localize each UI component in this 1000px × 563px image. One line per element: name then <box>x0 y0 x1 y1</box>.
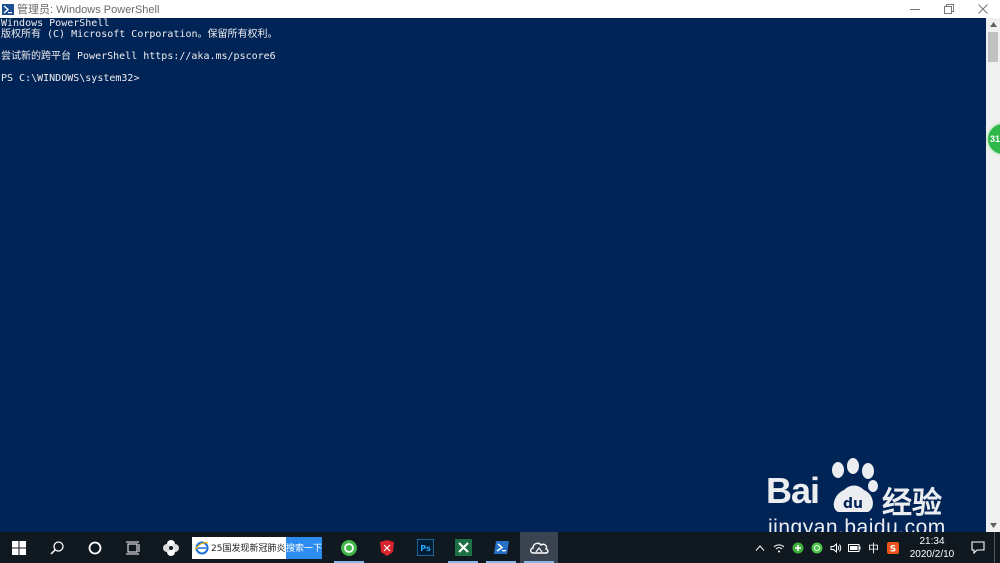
powershell-icon <box>2 3 14 15</box>
taskbar-app-red[interactable] <box>368 532 406 563</box>
scrollbar-thumb[interactable] <box>988 32 998 62</box>
ie-browser-icon <box>195 541 209 554</box>
clock-time: 21:34 <box>919 535 945 547</box>
taskbar-clock[interactable]: 21:34 2020/2/10 <box>902 532 962 563</box>
console-line: Windows PowerShell <box>1 18 110 29</box>
wifi-icon <box>773 543 784 552</box>
watermark-brand: Bai <box>766 470 820 511</box>
taskbar-news-search[interactable]: 25国发现新冠肺炎 <box>192 536 286 559</box>
news-search-button[interactable]: 搜索一下 <box>286 536 322 559</box>
chevron-up-icon <box>755 544 764 551</box>
sogou-ime-tray-button[interactable]: S <box>883 532 902 563</box>
restore-icon <box>944 4 954 14</box>
chevron-up-icon <box>989 22 997 27</box>
cortana-circle-icon <box>88 541 102 554</box>
task-view-button[interactable] <box>114 532 152 563</box>
minimize-icon <box>910 9 920 10</box>
search-button[interactable] <box>38 532 76 563</box>
taskbar-app-green[interactable] <box>330 532 368 563</box>
pinwheel-app-button[interactable] <box>152 532 190 563</box>
scroll-up-button[interactable] <box>986 18 1000 31</box>
photoshop-icon: Ps <box>416 539 434 556</box>
pinwheel-app-icon <box>163 539 179 556</box>
notification-icon <box>971 541 985 554</box>
green-refresh-app-icon <box>341 539 357 556</box>
cortana-button[interactable] <box>76 532 114 563</box>
side-badge-text: 31 <box>990 134 1000 144</box>
task-view-icon <box>126 541 140 554</box>
taskbar-app-powershell[interactable] <box>482 532 520 563</box>
svg-text:S: S <box>889 544 895 554</box>
volume-tray-button[interactable] <box>826 532 845 563</box>
green-plus-icon <box>792 542 803 553</box>
taskbar-app-excel[interactable] <box>444 532 482 563</box>
windows-logo-icon <box>12 540 26 555</box>
news-search-query: 25国发现新冠肺炎 <box>211 544 286 554</box>
show-hidden-icons-button[interactable] <box>750 532 769 563</box>
cloud-app-icon <box>529 542 549 554</box>
console-line: 尝试新的跨平台 PowerShell https://aka.ms/pscore… <box>1 51 276 62</box>
search-icon <box>50 540 64 555</box>
start-button[interactable] <box>0 532 38 563</box>
excel-icon <box>454 539 472 556</box>
sogou-ime-icon: S <box>886 541 899 554</box>
vertical-scrollbar[interactable] <box>986 18 1000 532</box>
green-plus-tray-button[interactable] <box>788 532 807 563</box>
system-tray: 中 S 21:34 2020/2/10 <box>750 532 1000 563</box>
console-prompt[interactable]: PS C:\WINDOWS\system32> <box>1 73 986 84</box>
close-button[interactable] <box>966 0 1000 18</box>
speaker-icon <box>830 542 841 553</box>
powershell-icon <box>493 541 509 554</box>
taskbar: 25国发现新冠肺炎 搜索一下 Ps 中 S 21:34 2020/2/10 <box>0 532 1000 563</box>
ime-language-button[interactable]: 中 <box>864 532 883 563</box>
console-output[interactable]: Windows PowerShell 版权所有 (C) Microsoft Co… <box>0 18 986 532</box>
paw-logo-icon: du <box>832 458 878 512</box>
baidu-jingyan-watermark: Bai du 经验 jingyan.baidu.com <box>764 458 994 539</box>
restore-button[interactable] <box>932 0 966 18</box>
clock-date: 2020/2/10 <box>909 548 955 560</box>
battery-tray-button[interactable] <box>845 532 864 563</box>
show-desktop-button[interactable] <box>994 532 1000 563</box>
svg-text:du: du <box>843 496 863 512</box>
wifi-tray-button[interactable] <box>769 532 788 563</box>
taskbar-app-cloud[interactable] <box>520 532 558 563</box>
console-line: 版权所有 (C) Microsoft Corporation。保留所有权利。 <box>1 29 278 40</box>
svg-text:Ps: Ps <box>420 544 431 553</box>
battery-icon <box>848 543 861 552</box>
taskbar-app-photoshop[interactable]: Ps <box>406 532 444 563</box>
action-center-button[interactable] <box>962 532 994 563</box>
minimize-button[interactable] <box>898 0 932 18</box>
red-shield-app-icon <box>380 539 394 556</box>
window-title: 管理员: Windows PowerShell <box>17 4 160 16</box>
close-icon <box>978 4 988 14</box>
green-circle-icon <box>811 542 822 553</box>
window-titlebar[interactable]: 管理员: Windows PowerShell <box>0 0 1000 18</box>
green-circle-tray-button[interactable] <box>807 532 826 563</box>
